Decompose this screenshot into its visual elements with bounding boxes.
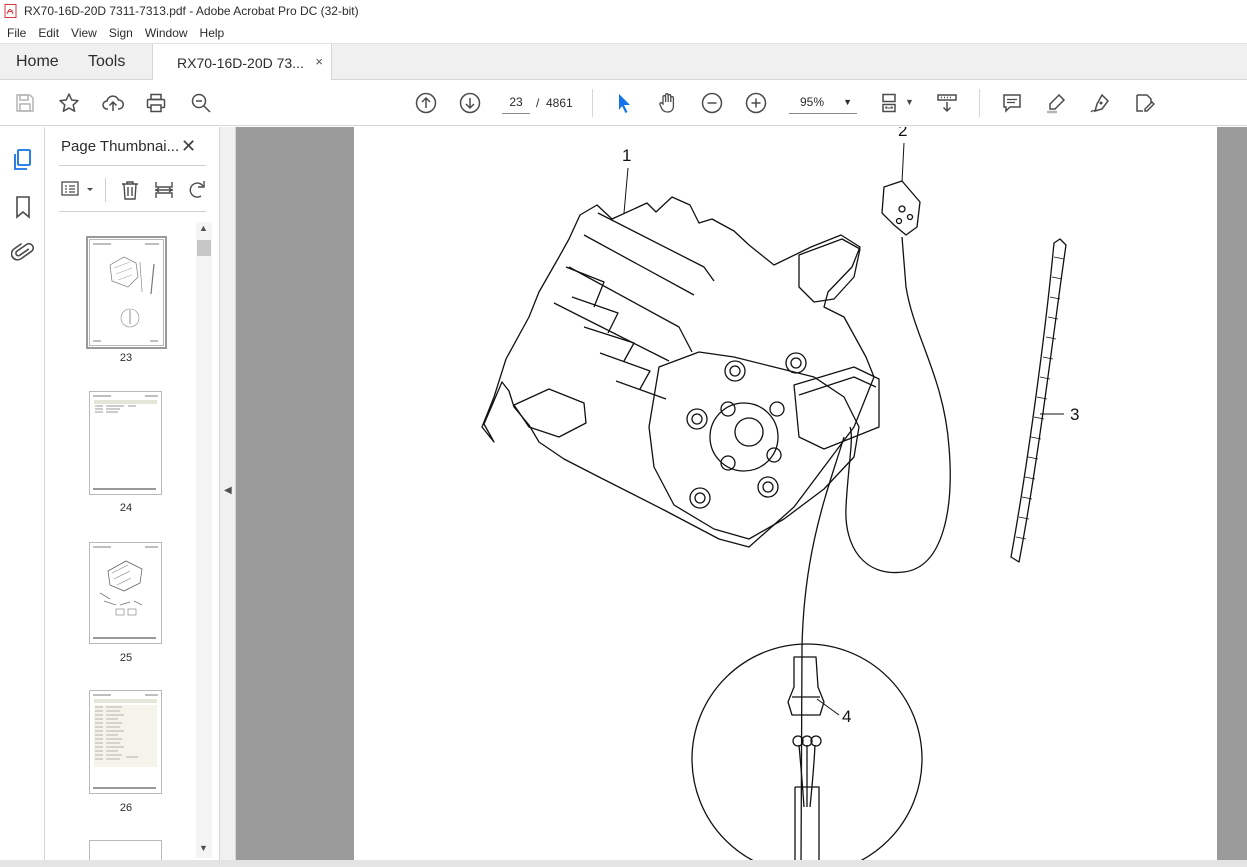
leader-1 xyxy=(623,167,629,214)
bookmark-star-icon[interactable] xyxy=(57,91,81,115)
callout-4: 4 xyxy=(842,707,852,726)
zoom-level-select[interactable]: 95% ▼ xyxy=(789,90,857,114)
scroll-mode-icon[interactable] xyxy=(935,91,959,115)
cooling-fins xyxy=(565,266,667,400)
page-number-input[interactable]: 23 xyxy=(502,90,530,114)
next-page-icon[interactable] xyxy=(458,91,482,115)
menu-edit[interactable]: Edit xyxy=(32,26,65,40)
page-fit-caret-icon[interactable]: ▼ xyxy=(905,97,914,107)
document-viewer[interactable]: 1 2 3 4 xyxy=(236,127,1247,860)
page-fit-icon[interactable] xyxy=(879,91,903,115)
zoom-out-icon[interactable] xyxy=(700,91,724,115)
menu-window[interactable]: Window xyxy=(139,26,194,40)
left-navigation-rail xyxy=(0,127,45,867)
pdf-page: 1 2 3 4 xyxy=(354,127,1217,860)
bookmarks-icon[interactable] xyxy=(11,195,35,219)
motor-housing-top-edge xyxy=(553,212,715,362)
title-bar: RX70-16D-20D 7311-7313.pdf - Adobe Acrob… xyxy=(0,0,1247,22)
page-thumbnail-26[interactable] xyxy=(89,690,162,794)
hand-tool-icon[interactable] xyxy=(656,91,680,115)
find-zoom-icon[interactable] xyxy=(189,91,213,115)
previous-page-icon[interactable] xyxy=(414,91,438,115)
thumbnail-label-25: 25 xyxy=(119,652,133,664)
thumbnail-page-preview xyxy=(93,546,158,639)
hose-ribs xyxy=(1015,256,1065,540)
status-strip xyxy=(0,860,1247,867)
menu-bar: File Edit View Sign Window Help xyxy=(0,22,1247,43)
acrobat-pdf-icon xyxy=(4,4,17,18)
toolbar-divider xyxy=(979,89,980,117)
close-tab-icon[interactable]: × xyxy=(315,54,323,69)
cable-gland xyxy=(787,656,825,716)
comment-icon[interactable] xyxy=(1000,91,1024,115)
save-icon[interactable] xyxy=(13,91,37,115)
corrugated-hose xyxy=(1010,238,1067,563)
highlight-pen-icon[interactable] xyxy=(1044,91,1068,115)
page-total: 4861 xyxy=(546,96,573,110)
terminal-box xyxy=(793,366,880,450)
scroll-down-icon[interactable]: ▼ xyxy=(199,843,208,853)
sensor-cable xyxy=(845,236,951,574)
cloud-upload-icon[interactable] xyxy=(101,91,125,115)
attachments-icon[interactable] xyxy=(10,241,35,265)
zoom-in-icon[interactable] xyxy=(744,91,768,115)
fill-sign-icon[interactable] xyxy=(1132,91,1156,115)
chevron-down-icon: ▼ xyxy=(843,97,852,107)
thumbnail-page-preview xyxy=(93,243,159,342)
tab-bar: Home Tools RX70-16D-20D 73... × xyxy=(0,43,1247,81)
panel-divider xyxy=(59,165,206,166)
toolbar-divider xyxy=(592,89,593,117)
thumbnail-label-26: 26 xyxy=(119,802,133,814)
motor-shaft-hole xyxy=(734,417,764,447)
toolbar-divider xyxy=(105,178,106,202)
draw-sign-icon[interactable] xyxy=(1088,91,1112,115)
menu-sign[interactable]: Sign xyxy=(103,26,139,40)
thumbnail-label-24: 24 xyxy=(119,502,133,514)
tab-document-label: RX70-16D-20D 73... xyxy=(177,54,304,71)
menu-help[interactable]: Help xyxy=(194,26,231,40)
page-thumbnail-23[interactable] xyxy=(86,236,167,349)
page-thumbnail-27[interactable] xyxy=(89,840,162,860)
zoom-level-value: 95% xyxy=(800,95,825,109)
leader-2 xyxy=(901,142,905,183)
page-thumbnail-25[interactable] xyxy=(89,542,162,644)
panel-title: Page Thumbnai... xyxy=(61,138,180,155)
thumbnail-page-preview xyxy=(93,694,158,789)
select-cursor-icon[interactable] xyxy=(612,91,636,115)
thumbnail-page-preview xyxy=(93,395,158,490)
page-separator: / xyxy=(536,96,540,110)
insert-page-icon[interactable] xyxy=(153,179,175,201)
page-thumbnail-24[interactable] xyxy=(89,391,162,495)
close-panel-icon[interactable]: ✕ xyxy=(181,136,196,157)
callout-2: 2 xyxy=(898,127,908,140)
thumbnail-scrollbar[interactable] xyxy=(196,222,212,858)
collapse-panel-icon[interactable]: ◀ xyxy=(224,485,232,496)
menu-view[interactable]: View xyxy=(65,26,103,40)
print-icon[interactable] xyxy=(144,91,168,115)
thumbnail-toolbar xyxy=(59,177,209,203)
thumbnail-label-23: 23 xyxy=(119,352,133,364)
motor-mount-foot xyxy=(513,388,587,438)
window-title: RX70-16D-20D 7311-7313.pdf - Adobe Acrob… xyxy=(24,4,359,18)
scrollbar-thumb[interactable] xyxy=(197,240,211,256)
thumbnail-options-icon[interactable] xyxy=(61,179,97,201)
tab-home[interactable]: Home xyxy=(16,44,59,80)
menu-file[interactable]: File xyxy=(1,26,32,40)
exploded-parts-diagram xyxy=(481,142,1067,860)
tab-tools[interactable]: Tools xyxy=(88,44,125,80)
callout-1: 1 xyxy=(622,146,632,165)
delete-page-icon[interactable] xyxy=(119,179,141,201)
speed-sensor xyxy=(881,180,921,236)
motor-shaft-boss xyxy=(709,402,779,472)
panel-divider xyxy=(59,211,206,212)
panel-splitter[interactable]: ◀ xyxy=(220,127,236,860)
scroll-up-icon[interactable]: ▲ xyxy=(199,223,208,233)
tab-document[interactable]: RX70-16D-20D 73... × xyxy=(152,44,332,81)
rotate-page-icon[interactable] xyxy=(187,179,207,201)
callout-3: 3 xyxy=(1070,405,1080,424)
page-thumbnails-icon[interactable] xyxy=(11,148,35,172)
